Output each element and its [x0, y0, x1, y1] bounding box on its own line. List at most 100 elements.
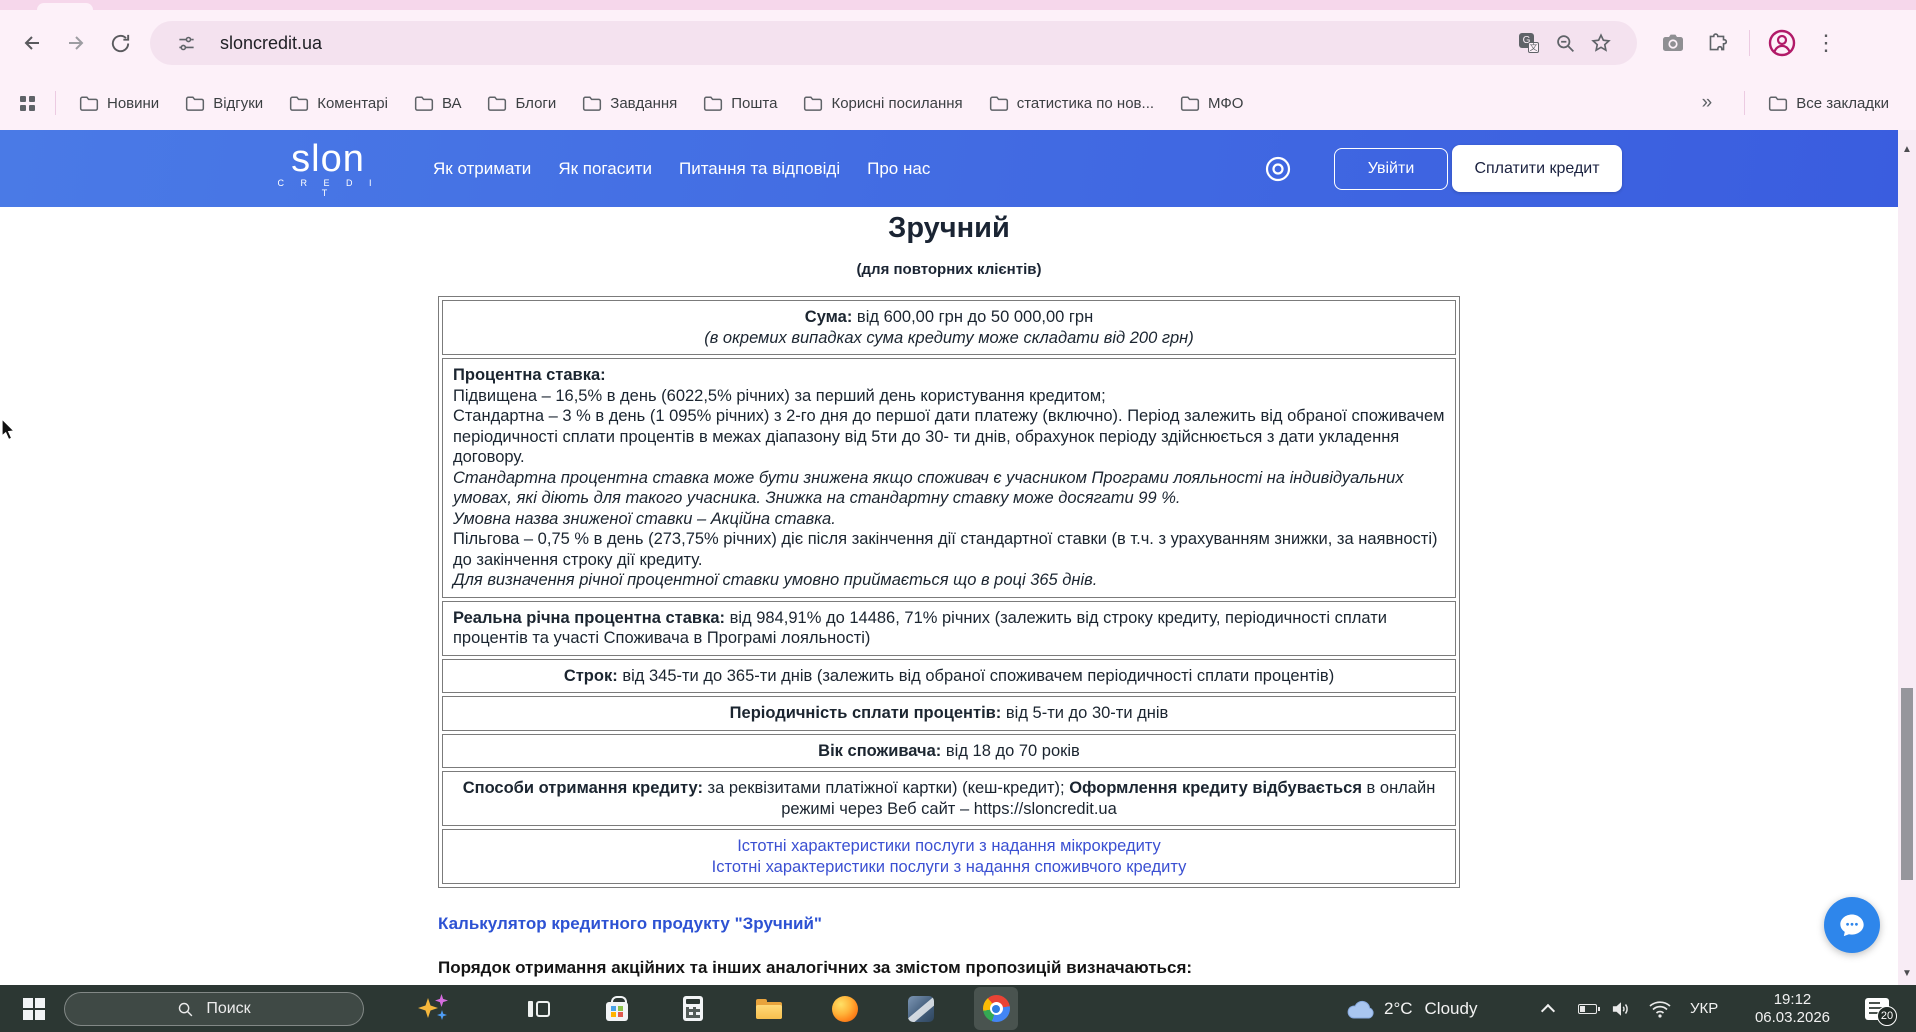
- site-info-icon[interactable]: [168, 25, 204, 61]
- calculator-link[interactable]: Калькулятор кредитного продукту "Зручний…: [438, 914, 822, 934]
- notification-count-badge: 20: [1877, 1005, 1897, 1026]
- tray-chevron-icon[interactable]: [1538, 985, 1558, 1032]
- language-indicator[interactable]: УКР: [1690, 985, 1718, 1032]
- task-view-icon[interactable]: [518, 985, 560, 1032]
- bookmarks-separator: [1744, 91, 1746, 115]
- chat-widget-button[interactable]: [1824, 897, 1880, 953]
- rate-line: Стандартна – 3 % в день (1 095% річних) …: [453, 407, 1445, 466]
- clock[interactable]: 19:12 06.03.2026: [1735, 985, 1850, 1032]
- bookmarks-bar: Новини Відгуки Коментарі ВА Блоги Завдан…: [0, 76, 1916, 130]
- bookmark-folder[interactable]: МФО: [1180, 95, 1243, 112]
- consumer-credit-characteristics-link[interactable]: Істотні характеристики послуги з надання…: [453, 857, 1445, 878]
- bookmark-folder[interactable]: Новини: [79, 95, 159, 112]
- bookmark-folder[interactable]: Відгуки: [185, 95, 263, 112]
- table-row-links: Істотні характеристики послуги з надання…: [442, 829, 1456, 884]
- toolbar-separator: [1749, 30, 1750, 56]
- methods-bold: Оформлення кредиту відбувається: [1069, 779, 1362, 797]
- apps-grid-icon[interactable]: [20, 95, 35, 111]
- back-button[interactable]: [10, 21, 54, 65]
- extensions-icon[interactable]: [1695, 21, 1739, 65]
- mouse-cursor: [1, 418, 16, 441]
- reload-button[interactable]: [98, 21, 142, 65]
- bookmark-folder[interactable]: Блоги: [487, 95, 556, 112]
- start-button[interactable]: [12, 985, 56, 1032]
- nav-about[interactable]: Про нас: [867, 159, 930, 179]
- notification-center-icon[interactable]: 20: [1862, 985, 1897, 1032]
- firefox-app-icon[interactable]: [824, 985, 866, 1032]
- bookmark-folder[interactable]: Коментарі: [289, 95, 388, 112]
- nav-faq[interactable]: Питання та відповіді: [679, 159, 840, 179]
- table-row-rate: Процентна ставка: Підвищена – 16,5% в де…: [442, 358, 1456, 598]
- bookmark-star-icon[interactable]: [1583, 25, 1619, 61]
- nav-how-to-repay[interactable]: Як погасити: [558, 159, 652, 179]
- weather-widget[interactable]: 2°C Cloudy: [1384, 985, 1477, 1032]
- forward-button[interactable]: [54, 21, 98, 65]
- bookmark-label: статистика по нов...: [1016, 94, 1155, 112]
- chrome-app-icon[interactable]: [974, 987, 1018, 1030]
- active-tab[interactable]: [37, 3, 93, 10]
- calculator-app-icon[interactable]: [672, 985, 714, 1032]
- table-row-term: Строк: від 345-ти до 365-ти днів (залежи…: [442, 658, 1456, 693]
- slon-credit-logo[interactable]: slon C R E D I T: [268, 140, 388, 198]
- url-text[interactable]: sloncredit.ua: [220, 33, 322, 54]
- scrollbar-thumb[interactable]: [1901, 688, 1913, 880]
- sum-label: Сума:: [804, 308, 853, 326]
- weather-temp: 2°C: [1384, 998, 1413, 1018]
- table-row-age: Вік споживача: від 18 до 70 років: [442, 733, 1456, 768]
- rate-line: Підвищена – 16,5% в день (6022,5% річних…: [453, 386, 1106, 405]
- volume-icon[interactable]: [1608, 985, 1634, 1032]
- bookmark-label: ВА: [441, 94, 462, 112]
- search-label: Поиск: [206, 1000, 251, 1017]
- zoom-icon[interactable]: [1547, 25, 1583, 61]
- bookmark-label: Завдання: [610, 94, 678, 112]
- chat-icon: [1840, 914, 1864, 937]
- term-value: від 345-ти до 365-ти днів (залежить від …: [617, 666, 1335, 685]
- profile-avatar[interactable]: [1760, 21, 1804, 65]
- rate-line: Пільгова – 0,75 % в день (273,75% річних…: [453, 530, 1438, 569]
- app-icon-blue[interactable]: [900, 985, 942, 1032]
- page-scrollbar[interactable]: ▲ ▼: [1898, 130, 1916, 985]
- bookmarks-separator: [55, 91, 56, 115]
- pay-credit-button[interactable]: Сплатити кредит: [1452, 145, 1622, 192]
- bookmark-folder[interactable]: Завдання: [582, 95, 677, 112]
- taskbar-search[interactable]: Поиск: [64, 992, 364, 1026]
- accessibility-eye-icon[interactable]: [1262, 153, 1294, 190]
- methods-value: за реквізитами платіжної картки) (кеш-кр…: [702, 779, 1070, 797]
- bookmarks-overflow-chevron[interactable]: »: [1702, 92, 1713, 114]
- wifi-icon[interactable]: [1646, 985, 1674, 1032]
- scrollbar-up-arrow[interactable]: ▲: [1898, 144, 1916, 155]
- site-nav: Як отримати Як погасити Питання та відпо…: [433, 130, 930, 207]
- rate-line: Умовна назва зниженої ставки – Акційна с…: [453, 509, 836, 528]
- login-button[interactable]: Увійти: [1334, 148, 1448, 190]
- search-icon: [179, 1002, 193, 1016]
- copilot-sparkle-icon[interactable]: [414, 985, 456, 1032]
- file-explorer-icon[interactable]: [748, 985, 790, 1032]
- clock-time: 19:12: [1773, 990, 1812, 1008]
- bookmark-folder[interactable]: Корисні посилання: [803, 94, 963, 112]
- bookmark-label: Корисні посилання: [831, 94, 963, 112]
- bookmark-folder[interactable]: ВА: [414, 94, 462, 112]
- all-bookmarks-label: Все закладки: [1796, 94, 1889, 112]
- apr-label: Реальна річна процентна ставка:: [453, 608, 725, 627]
- address-bar[interactable]: sloncredit.ua G文: [150, 21, 1637, 65]
- microcredit-characteristics-link[interactable]: Істотні характеристики послуги з надання…: [453, 836, 1445, 857]
- rate-line: Стандартна процентна ставка може бути зн…: [453, 468, 1404, 508]
- screenshot-camera-icon[interactable]: [1651, 21, 1695, 65]
- scrollbar-down-arrow[interactable]: ▼: [1898, 968, 1916, 979]
- all-bookmarks-button[interactable]: Все закладки: [1768, 95, 1889, 112]
- table-row-apr: Реальна річна процентна ставка: від 984,…: [442, 600, 1456, 656]
- bookmark-label: Пошта: [731, 94, 778, 112]
- bookmark-folder[interactable]: Пошта: [703, 95, 777, 112]
- weather-condition: Cloudy: [1424, 998, 1478, 1018]
- battery-icon[interactable]: [1574, 985, 1600, 1032]
- page-subtitle: (для повторних клієнтів): [856, 261, 1042, 278]
- site-header: slon C R E D I T Як отримати Як погасити…: [0, 130, 1898, 207]
- translate-icon[interactable]: G文: [1511, 25, 1547, 61]
- browser-menu-icon[interactable]: ⋮: [1804, 21, 1848, 65]
- microsoft-store-icon[interactable]: [596, 985, 638, 1032]
- windows-logo-icon: [23, 997, 45, 1020]
- bookmark-folder[interactable]: статистика по нов...: [989, 95, 1154, 112]
- age-value: від 18 до 70 років: [941, 741, 1080, 760]
- logo-text: slon: [291, 138, 365, 180]
- nav-how-to-get[interactable]: Як отримати: [433, 159, 531, 179]
